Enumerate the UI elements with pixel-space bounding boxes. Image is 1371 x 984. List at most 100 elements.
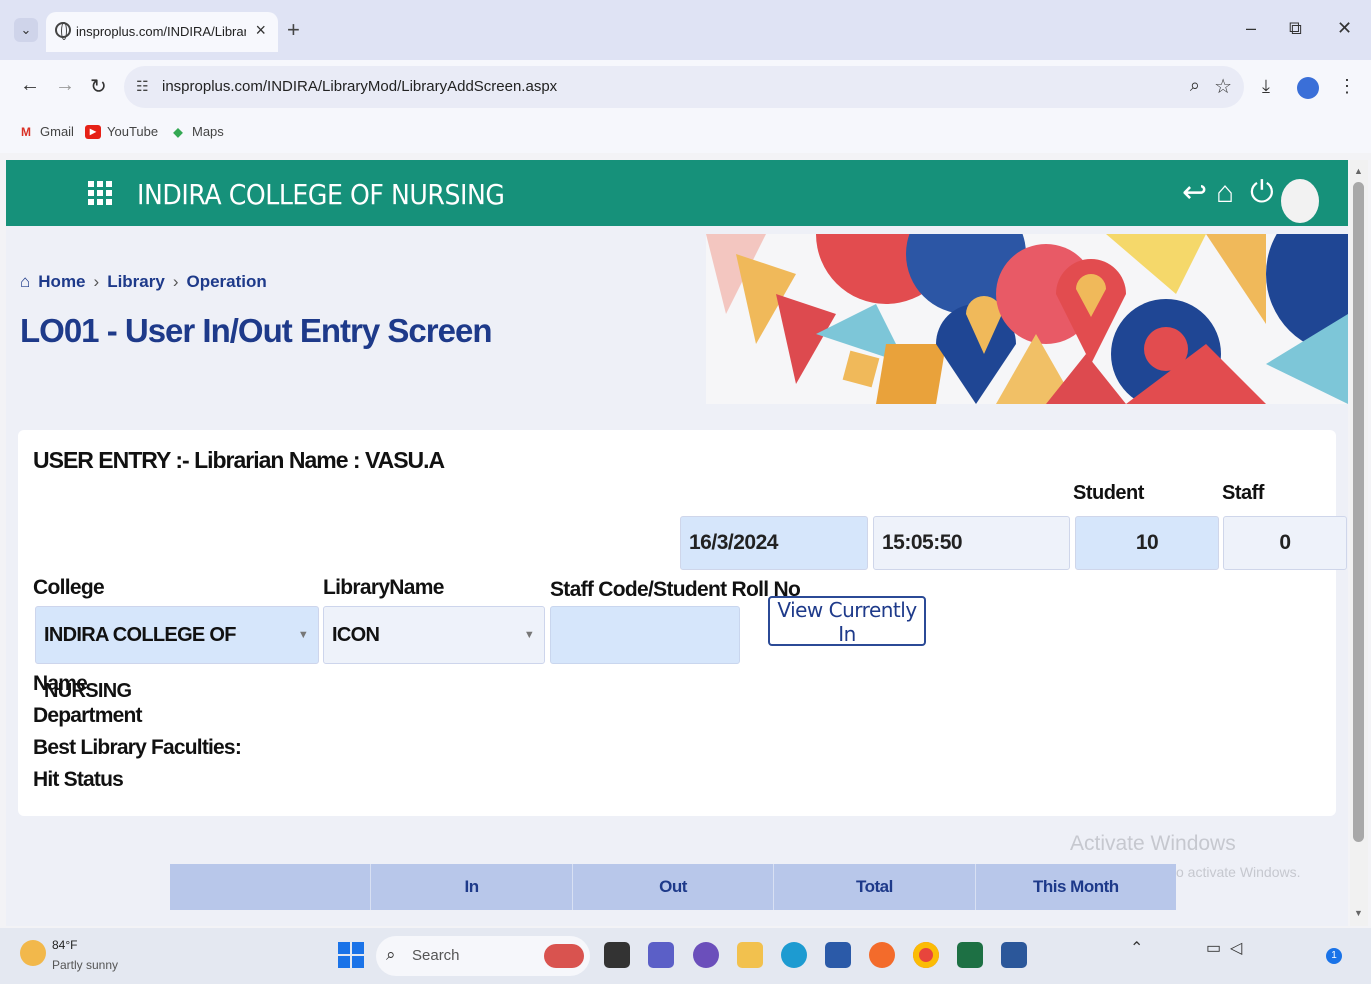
staff-count-field: 0 [1223,516,1347,570]
apps-grid-icon[interactable] [88,181,112,205]
page-scrollbar[interactable]: ▲ ▼ [1350,160,1368,926]
date-field: 16/3/2024 [680,516,868,570]
minimize-icon[interactable]: – [1246,18,1256,39]
scroll-down-icon[interactable]: ▼ [1354,908,1363,918]
activate-windows-subtext: o activate Windows. [1176,864,1301,880]
store-icon[interactable] [825,942,851,968]
tray-overflow-icon[interactable]: ⌃ [1130,941,1143,957]
bookmark-label: YouTube [107,124,159,139]
breadcrumb: ⌂ Home › Library › Operation [20,272,267,292]
forward-icon[interactable]: → [55,74,75,97]
address-bar[interactable]: ☷ insproplus.com/INDIRA/LibraryMod/Libra… [124,66,1244,108]
browser-tab[interactable]: insproplus.com/INDIRA/Library × [46,12,278,52]
gmail-icon: M [21,124,31,139]
notification-badge[interactable]: 1 [1326,948,1342,964]
tab-title: insproplus.com/INDIRA/Library [76,24,246,39]
dropdown-caret-icon: ▼ [523,629,535,641]
scroll-thumb[interactable] [1353,182,1364,842]
app-title: INDIRA COLLEGE OF NURSING [137,178,505,211]
windows-start-icon[interactable] [338,942,364,968]
staff-code-label: Staff Code/Student Roll No [550,578,801,601]
profile-avatar-icon[interactable] [1297,77,1319,99]
name-label: Name [33,672,88,695]
summary-col-in: In [371,864,573,910]
firefox-icon[interactable] [869,942,895,968]
download-icon[interactable]: ⤓ [1262,76,1270,97]
best-library-faculties-label: Best Library Faculties: [33,736,242,759]
activate-windows-watermark: Activate Windows [1070,832,1236,855]
view-currently-in-button[interactable]: View Currently In [768,596,926,646]
search-icon: ⌕ [386,945,396,964]
staff-count-label: Staff [1222,482,1264,504]
browser-menu-icon[interactable]: ⋮ [1338,76,1356,97]
task-view-icon[interactable] [604,942,630,968]
staff-code-input[interactable] [550,606,740,664]
back-arrow-icon[interactable]: ↩ [1182,178,1207,208]
weather-condition[interactable]: Partly sunny [52,958,118,972]
dropdown-caret-icon: ▼ [297,629,309,641]
library-name-label: LibraryName [323,576,444,599]
power-icon[interactable]: ⏻ [1250,178,1274,208]
breadcrumb-home[interactable]: Home [38,272,85,292]
edge-icon[interactable] [781,942,807,968]
college-label: College [33,576,105,599]
weather-sun-icon[interactable] [20,940,46,966]
youtube-icon: ▶ [85,124,101,139]
page-title: LO01 - User In/Out Entry Screen [20,312,492,349]
bookmark-label: Gmail [40,124,74,139]
taskbar-search-label: Search [412,947,460,964]
time-field: 15:05:50 [873,516,1070,570]
home-icon[interactable]: ⌂ [1216,178,1234,208]
weather-temperature[interactable]: 84°F [52,938,77,952]
reload-icon[interactable]: ↻ [90,74,107,99]
user-entry-heading: USER ENTRY :- Librarian Name : VASU.A [33,447,445,473]
new-tab-icon[interactable]: + [287,17,300,43]
excel-icon[interactable] [957,942,983,968]
volume-icon[interactable]: ◁ [1230,941,1242,957]
decorative-banner [706,234,1348,404]
chat-app-icon[interactable] [693,942,719,968]
window-close-icon[interactable]: ✕ [1337,18,1352,39]
breadcrumb-library[interactable]: Library [107,272,165,292]
summary-col-out: Out [573,864,775,910]
student-count-field: 10 [1075,516,1219,570]
taskbar-search[interactable]: ⌕ Search [376,936,590,976]
summary-col-blank [170,864,372,910]
hit-status-label: Hit Status [33,768,124,791]
bookmark-label: Maps [192,124,224,139]
restore-icon[interactable]: ⧉ [1289,18,1302,39]
tab-search-icon[interactable]: ⌄ [14,18,38,42]
search-highlight-icon [544,944,584,968]
network-icon[interactable]: ▭ [1206,941,1221,957]
department-label: Department [33,704,143,727]
chevron-right-icon: › [93,272,100,291]
zoom-icon[interactable]: ⌕ [1190,75,1200,96]
chrome-icon[interactable] [913,942,939,968]
summary-col-this-month: This Month [1033,877,1119,896]
site-info-icon[interactable]: ☷ [136,78,149,95]
summary-col-total: Total [774,864,976,910]
tab-close-icon[interactable]: × [255,20,266,41]
teams-icon[interactable] [648,942,674,968]
bookmark-youtube[interactable]: ▶ YouTube [85,124,158,139]
file-explorer-icon[interactable] [737,942,763,968]
summary-table-header: In Out Total This Month [170,864,1176,910]
breadcrumb-operation[interactable]: Operation [187,272,267,292]
user-avatar[interactable] [1281,179,1319,223]
college-select[interactable]: INDIRA COLLEGE OF NURSING ▼ [35,606,319,702]
address-url[interactable]: insproplus.com/INDIRA/LibraryMod/Library… [162,78,557,95]
windows-taskbar [0,928,1371,984]
home-outline-icon[interactable]: ⌂ [20,272,30,292]
bookmark-star-icon[interactable]: ☆ [1214,74,1232,99]
library-name-select[interactable]: ICON ▼ [323,606,545,664]
back-icon[interactable]: ← [20,74,40,97]
word-icon[interactable] [1001,942,1027,968]
library-select-value: ICON [332,624,380,646]
student-count-label: Student [1073,482,1144,504]
scroll-up-icon[interactable]: ▲ [1354,166,1363,176]
chevron-right-icon: › [172,272,179,291]
site-globe-icon [55,22,71,40]
maps-icon: ◆ [173,124,183,139]
bookmark-gmail[interactable]: M Gmail [18,124,74,139]
bookmark-maps[interactable]: ◆ Maps [170,124,224,139]
